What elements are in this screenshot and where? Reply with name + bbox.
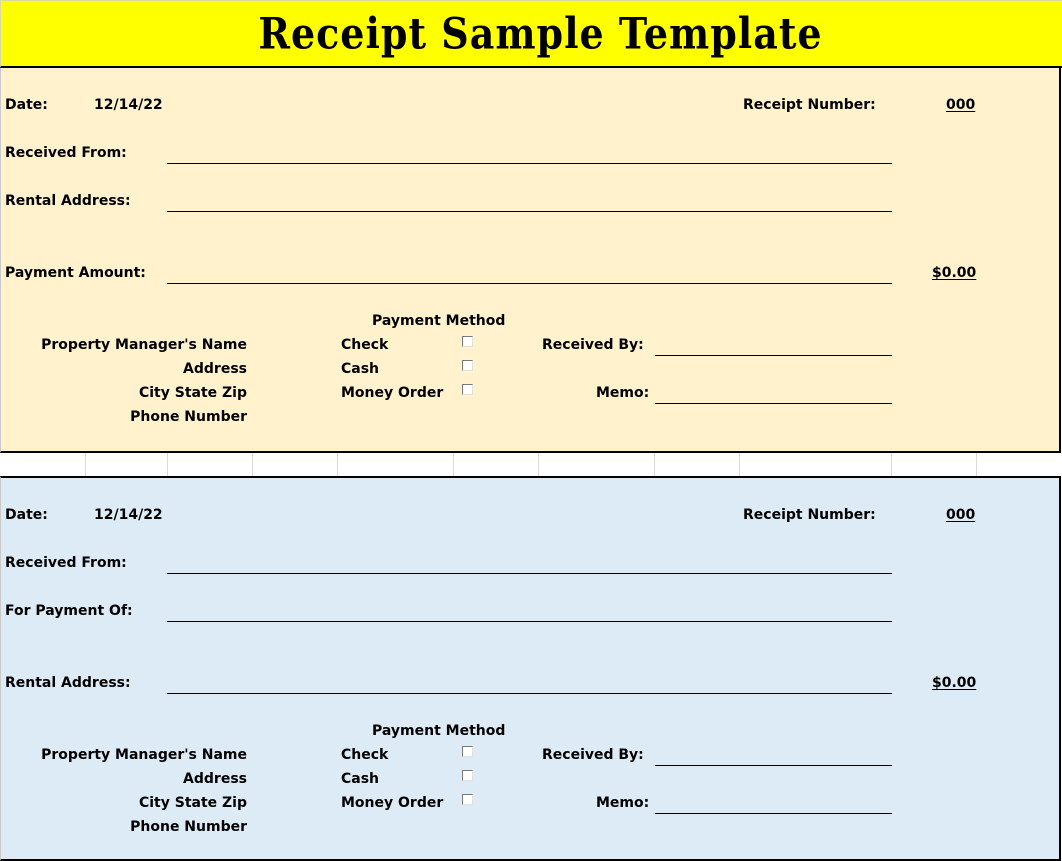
gridline xyxy=(538,453,539,476)
manager-name-label: Property Manager's Name xyxy=(41,747,247,763)
for-payment-of-field[interactable] xyxy=(167,621,892,622)
received-from-label: Received From: xyxy=(5,555,127,571)
receipt-number-value[interactable]: 000 xyxy=(946,507,975,523)
gridline xyxy=(891,453,892,476)
date-label: Date: xyxy=(5,507,48,523)
received-by-field[interactable] xyxy=(655,355,892,356)
manager-address-label: Address xyxy=(183,771,247,787)
rental-address-label: Rental Address: xyxy=(5,193,131,209)
received-from-field[interactable] xyxy=(167,163,892,164)
manager-address-label: Address xyxy=(183,361,247,377)
received-from-label: Received From: xyxy=(5,145,127,161)
gridline xyxy=(739,453,740,476)
memo-field[interactable] xyxy=(655,403,892,404)
gridline xyxy=(654,453,655,476)
date-value[interactable]: 12/14/22 xyxy=(94,97,163,113)
gridline xyxy=(167,453,168,476)
payment-amount-field[interactable] xyxy=(167,283,892,284)
rental-address-field[interactable] xyxy=(167,693,892,694)
manager-city-state-zip-label: City State Zip xyxy=(138,795,247,811)
method-money-order-checkbox[interactable] xyxy=(462,794,473,805)
manager-phone-label: Phone Number xyxy=(130,409,247,425)
payment-amount-label: Payment Amount: xyxy=(5,265,146,281)
page-title: Receipt Sample Template xyxy=(258,8,823,59)
receipt-number-label: Receipt Number: xyxy=(743,507,876,523)
manager-name-label: Property Manager's Name xyxy=(41,337,247,353)
memo-label: Memo: xyxy=(596,385,650,401)
payment-method-heading: Payment Method xyxy=(372,313,506,329)
gridline xyxy=(976,453,977,476)
date-value[interactable]: 12/14/22 xyxy=(94,507,163,523)
gridline xyxy=(252,453,253,476)
manager-phone-label: Phone Number xyxy=(130,819,247,835)
method-cash-label: Cash xyxy=(341,361,380,377)
method-money-order-checkbox[interactable] xyxy=(462,384,473,395)
received-by-label: Received By: xyxy=(542,337,644,353)
memo-label: Memo: xyxy=(596,795,650,811)
method-cash-checkbox[interactable] xyxy=(462,770,473,781)
received-from-field[interactable] xyxy=(167,573,892,574)
method-check-label: Check xyxy=(341,337,389,353)
receipt-panel-2: Date: 12/14/22 Receipt Number: 000 Recei… xyxy=(0,476,1061,861)
title-banner: Receipt Sample Template xyxy=(0,0,1062,68)
gridline xyxy=(85,453,86,476)
receipt-number-value[interactable]: 000 xyxy=(946,97,975,113)
received-by-label: Received By: xyxy=(542,747,644,763)
method-cash-checkbox[interactable] xyxy=(462,360,473,371)
payment-method-heading: Payment Method xyxy=(372,723,506,739)
method-cash-label: Cash xyxy=(341,771,380,787)
manager-city-state-zip-label: City State Zip xyxy=(138,385,247,401)
gridline xyxy=(453,453,454,476)
rental-address-label: Rental Address: xyxy=(5,675,131,691)
rental-address-field[interactable] xyxy=(167,211,892,212)
method-money-order-label: Money Order xyxy=(341,385,444,401)
receipt-number-label: Receipt Number: xyxy=(743,97,876,113)
method-check-checkbox[interactable] xyxy=(462,336,473,347)
method-check-checkbox[interactable] xyxy=(462,746,473,757)
date-label: Date: xyxy=(5,97,48,113)
gridline xyxy=(337,453,338,476)
method-money-order-label: Money Order xyxy=(341,795,444,811)
amount-value[interactable]: $0.00 xyxy=(932,265,976,281)
for-payment-of-label: For Payment Of: xyxy=(5,603,133,619)
memo-field[interactable] xyxy=(655,813,892,814)
received-by-field[interactable] xyxy=(655,765,892,766)
method-check-label: Check xyxy=(341,747,389,763)
receipt-panel-1: Date: 12/14/22 Receipt Number: 000 Recei… xyxy=(0,68,1061,453)
separator-row xyxy=(0,453,1062,476)
amount-value[interactable]: $0.00 xyxy=(932,675,976,691)
